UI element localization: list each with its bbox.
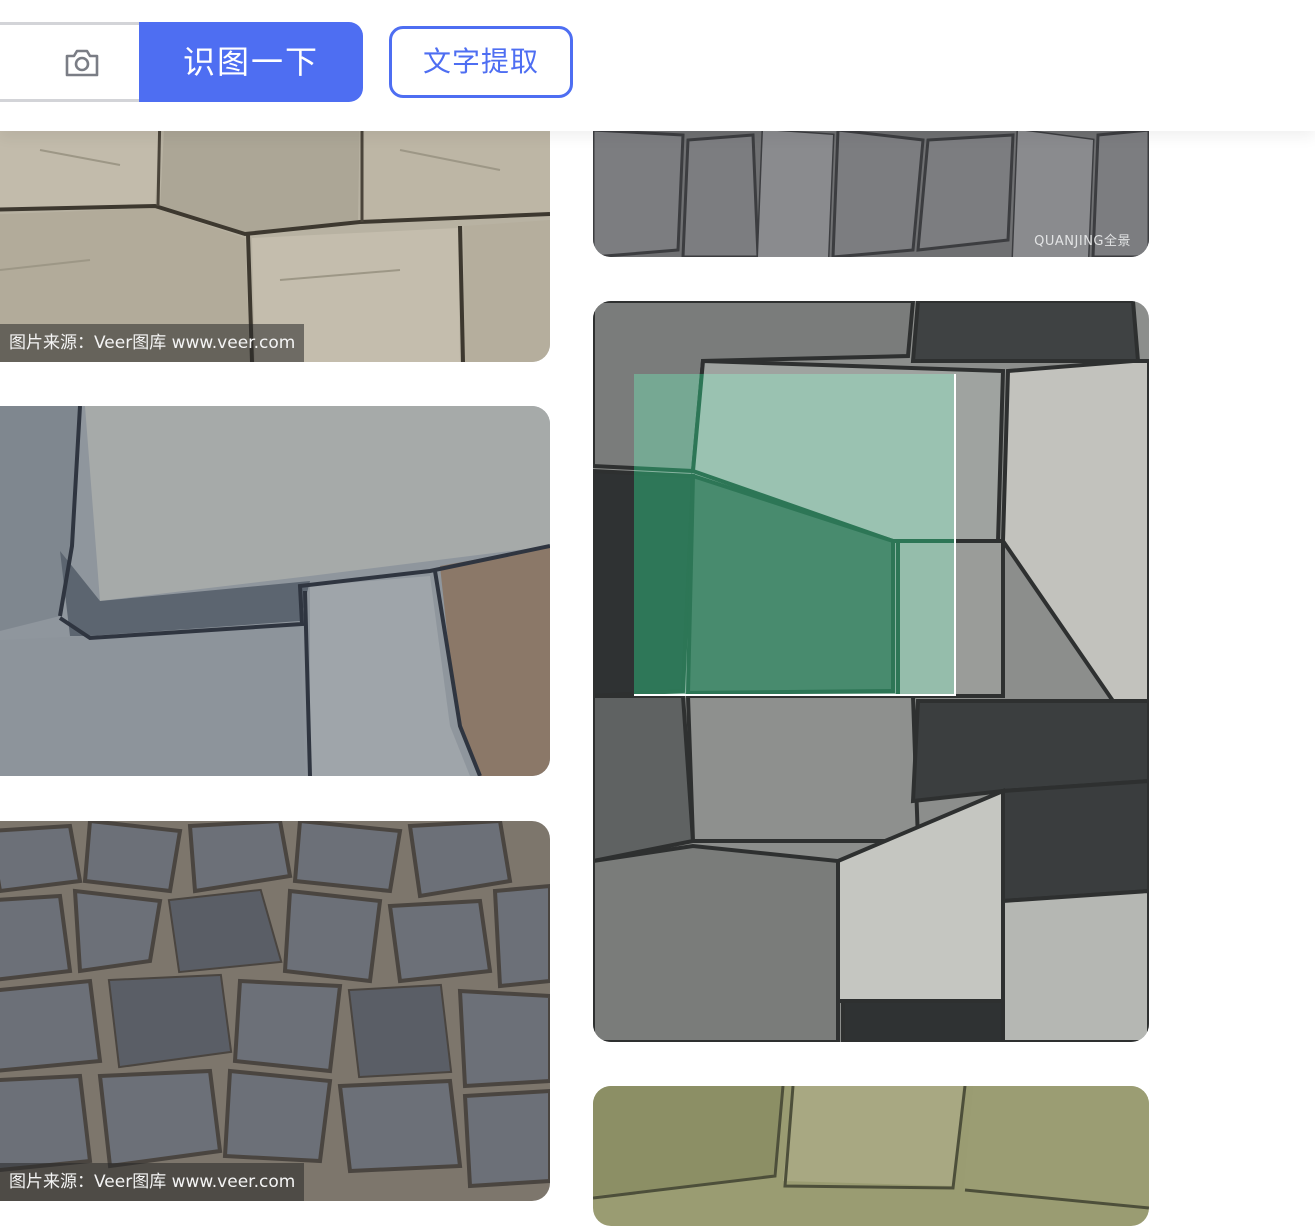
search-toolbar: 识图一下 文字提取 [0,0,1315,131]
granite-stone-image [0,406,550,776]
result-image-card[interactable]: 图片来源：Veer图库 www.veer.com [0,110,550,362]
result-image-card[interactable]: 图片来源：Veer图库 www.veer.com [0,821,550,1201]
image-source-label: 图片来源：Veer图库 www.veer.com [0,1163,305,1201]
image-search-button[interactable]: 识图一下 [139,22,363,102]
text-extract-button[interactable]: 文字提取 [389,26,573,98]
selection-box[interactable] [634,374,956,696]
camera-icon[interactable] [62,43,102,83]
result-image-card[interactable] [0,406,550,776]
mossy-stone-image [593,1086,1149,1226]
paving-stone-image [0,821,550,1201]
selected-result-image-card[interactable] [593,301,1149,1042]
result-image-card[interactable] [593,1086,1149,1226]
image-watermark: QUANJING全景 [1034,234,1131,249]
image-source-label: 图片来源：Veer图库 www.veer.com [0,324,305,362]
